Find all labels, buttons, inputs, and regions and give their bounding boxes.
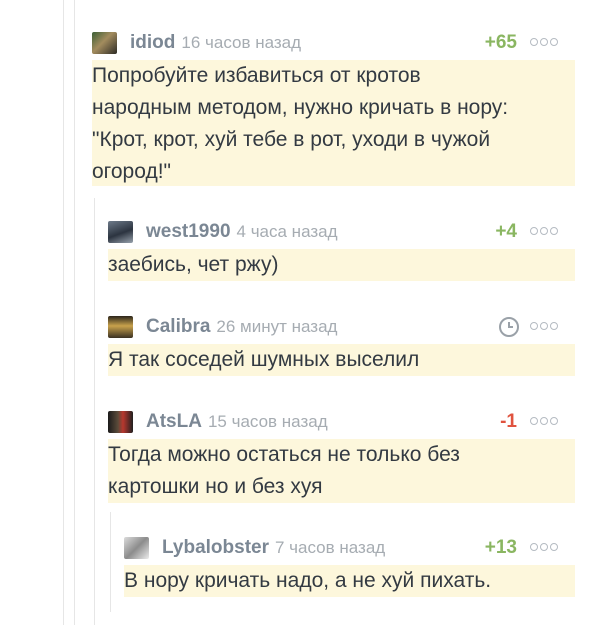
avatar[interactable] (108, 316, 133, 338)
comment-line: огород!" (92, 160, 171, 183)
comment-body: Я так соседей шумных выселил (108, 344, 575, 376)
thread-line (110, 512, 111, 612)
comment: west1990 4 часа назад +4 заебись, чет ржу… (108, 219, 575, 281)
comment-header: Calibra 26 минут назад (108, 314, 575, 340)
comment: AtsLA 15 часов назад -1 Тогда можно остат… (108, 409, 575, 503)
username[interactable]: idiod (130, 32, 175, 53)
timestamp: 4 часа назад (236, 222, 338, 241)
thread-line (94, 198, 95, 625)
thread-line (63, 0, 64, 625)
thread-line (74, 0, 75, 625)
comment-line: картошки но и без хуя (108, 475, 323, 498)
comment-line: Тогда можно остаться не только без (108, 443, 460, 466)
more-dots-icon[interactable] (530, 38, 562, 48)
rating: -1 (500, 411, 517, 432)
comment-line: "Крот, крот, хуй тебе в рот, уходи в чуж… (92, 128, 491, 151)
avatar[interactable] (108, 411, 133, 433)
comment-header: Lybalobster 7 часов назад +13 (124, 535, 575, 561)
rating: +13 (484, 537, 517, 558)
comment-line: В нору кричать надо, а не хуй пихать. (124, 569, 492, 592)
more-dots-icon[interactable] (530, 417, 562, 427)
more-dots-icon[interactable] (530, 322, 562, 332)
comment-line: Попробуйте избавиться от кротов (92, 64, 421, 87)
timestamp: 7 часов назад (275, 538, 386, 557)
clock-icon (499, 317, 519, 337)
timestamp: 26 минут назад (216, 317, 338, 336)
comment-line: народным методом, нужно кричать в нору: (92, 96, 509, 119)
avatar[interactable] (92, 32, 117, 54)
comment: Calibra 26 минут назад Я так соседей шумн… (108, 314, 575, 376)
comment-line: Я так соседей шумных выселил (108, 348, 420, 371)
comment: Lybalobster 7 часов назад +13 В нору крич… (124, 535, 575, 597)
comment-body: заебись, чет ржу) (108, 249, 575, 281)
rating: +4 (495, 221, 517, 242)
comment-line: заебись, чет ржу) (108, 253, 279, 276)
comment-body: Тогда можно остаться не только без карто… (108, 439, 575, 503)
comment-header: AtsLA 15 часов назад -1 (108, 409, 575, 435)
comment-header: idiod 16 часов назад +65 (92, 30, 575, 56)
comment-body: Попробуйте избавиться от кротов народным… (92, 60, 575, 186)
more-dots-icon[interactable] (530, 227, 562, 237)
username[interactable]: AtsLA (146, 411, 202, 432)
more-dots-icon[interactable] (530, 543, 562, 553)
comment: idiod 16 часов назад +65 Попробуйте избав… (92, 30, 575, 186)
username[interactable]: Lybalobster (162, 537, 269, 558)
rating: +65 (484, 32, 517, 53)
timestamp: 16 часов назад (181, 33, 302, 52)
username[interactable]: Calibra (146, 316, 210, 337)
username[interactable]: west1990 (146, 221, 231, 242)
timestamp: 15 часов назад (207, 412, 328, 431)
comment-header: west1990 4 часа назад +4 (108, 219, 575, 245)
avatar[interactable] (124, 537, 149, 559)
comment-body: В нору кричать надо, а не хуй пихать. (124, 565, 575, 597)
avatar[interactable] (108, 221, 133, 243)
